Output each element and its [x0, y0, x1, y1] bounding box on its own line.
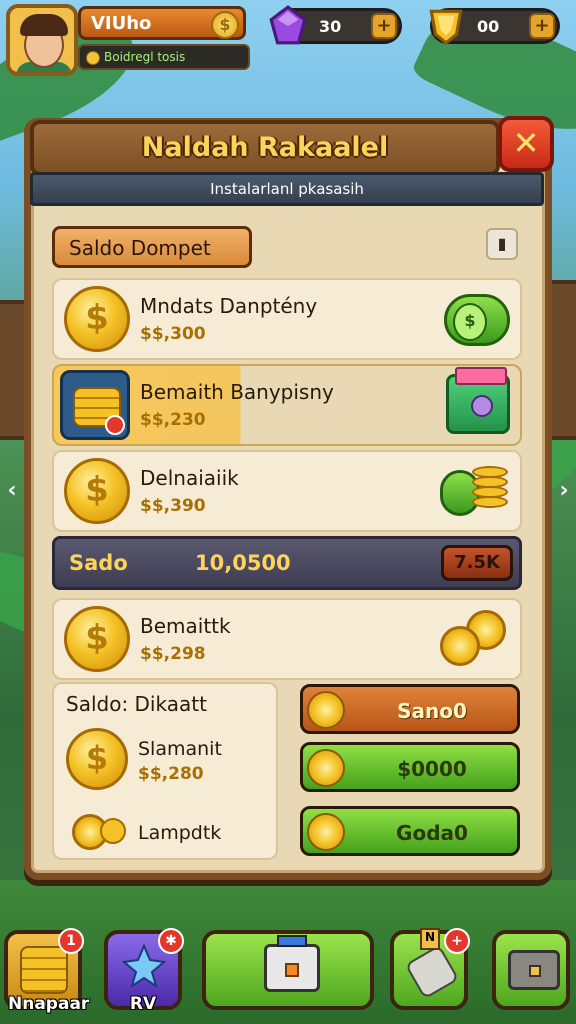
toolbox-tools [277, 935, 307, 947]
wallet-row[interactable]: $ Bemaittk $$,298 [52, 598, 522, 680]
nav-label: Nnapaar [8, 994, 90, 1014]
coin-icon: $ [211, 11, 239, 39]
chest-icon [446, 367, 510, 434]
coin-stack-icon [60, 370, 130, 440]
coin-icon [307, 691, 345, 729]
player-name: VIUho [91, 13, 152, 34]
nav-label: RV [129, 994, 157, 1014]
avatar-hair [20, 14, 68, 36]
nav-rv-button[interactable]: ✱ RV [104, 928, 184, 1014]
add-badge: + [444, 928, 470, 954]
coin-icon [307, 813, 345, 851]
coin-icon [100, 818, 126, 844]
card-footer: Lampdtk [138, 822, 222, 844]
coin-icon: $ [66, 728, 128, 790]
stone-chest-icon [508, 950, 560, 990]
dialog-title-bar: Naldah Rakaalel [30, 120, 500, 176]
buy-button-label: Goda0 [396, 821, 468, 845]
row-name: Bemaith Banypisny [140, 380, 334, 404]
close-button[interactable]: ✕ [498, 116, 554, 172]
buy-button[interactable]: Sano0 [300, 684, 520, 734]
dialog-subtitle: Instalarlanl pkasasih [210, 180, 364, 198]
buy-button[interactable]: Goda0 [300, 806, 520, 856]
gem-value: 30 [319, 17, 342, 36]
coin-icon: $ [64, 286, 130, 352]
balance-chip[interactable]: 7.5K [441, 545, 513, 581]
coin-icon [86, 51, 100, 65]
row-name: Mndats Danptény [140, 294, 318, 318]
wallet-row-selected[interactable]: Bemaith Banypisny $$,230 [52, 364, 522, 446]
top-bar: VIUho $ Boidregl tosis 30 + 00 + [0, 0, 576, 80]
nav-tools-button[interactable]: N + [390, 928, 470, 1010]
buy-button-label: $0000 [397, 757, 467, 781]
nav-chest-button[interactable] [492, 930, 570, 1010]
gold-value: 00 [477, 17, 500, 36]
next-arrow-icon[interactable]: › [554, 478, 574, 503]
chest-lock [529, 965, 541, 977]
player-subtitle: Boidregl tosis [78, 44, 250, 70]
crystal-star-icon [122, 944, 166, 988]
dialog-subtitle-bar: Instalarlanl pkasasih [30, 172, 544, 206]
player-name-pill[interactable]: VIUho $ [78, 6, 246, 40]
buy-button[interactable]: $0000 [300, 742, 520, 792]
wallet-row[interactable]: $ Delnaiaiik $$,390 [52, 450, 522, 532]
row-price: $$,298 [140, 644, 206, 664]
section-label: Saldo Dompet [52, 226, 252, 268]
add-gems-button[interactable]: + [371, 13, 397, 39]
gem-counter: 30 + [269, 5, 402, 45]
row-name: Delnaiaiik [140, 466, 239, 490]
toolbox-icon [264, 935, 320, 992]
row-name: Bemaittk [140, 614, 231, 638]
player-sub-text: Boidregl tosis [104, 50, 186, 64]
add-gold-button[interactable]: + [529, 13, 555, 39]
gem-icon [269, 5, 307, 45]
info-icon[interactable]: ▮ [486, 228, 518, 260]
row-price: $$,300 [140, 324, 206, 344]
remove-badge-icon [105, 415, 125, 435]
gold-counter: 00 + [429, 8, 560, 45]
notification-badge: ✱ [158, 928, 184, 954]
avatar[interactable] [6, 4, 78, 76]
card-item-name: Slamanit [138, 738, 222, 760]
coin-icon: $ [64, 606, 130, 672]
balance-amount: 10,0500 [195, 551, 291, 575]
dialog-title: Naldah Rakaalel [141, 132, 389, 163]
balance-label: Sado [69, 551, 128, 575]
toolbox-latch [285, 963, 299, 977]
row-price: $$,230 [140, 410, 206, 430]
wallet-row[interactable]: $ Mndats Danptény $$,300 [52, 278, 522, 360]
notification-badge: 1 [58, 928, 84, 954]
coin-icon [307, 749, 345, 787]
gold-shield-icon [429, 9, 463, 45]
coins-icon [436, 608, 512, 674]
nav-shop-button[interactable]: 1 Nnapaar [4, 928, 89, 1014]
card-header: Saldo: Dikaatt [66, 692, 207, 716]
close-icon: ✕ [512, 124, 540, 162]
balance-detail-card: Saldo: Dikaatt $ Slamanit $$,280 Lampdtk [52, 682, 278, 860]
card-item-price: $$,280 [138, 764, 204, 784]
tag-icon: N [420, 928, 440, 950]
buy-button-label: Sano0 [397, 699, 467, 723]
coin-icon: $ [64, 458, 130, 524]
player-info: VIUho $ Boidregl tosis [78, 6, 250, 70]
prev-arrow-icon[interactable]: ‹ [2, 478, 22, 503]
cash-roll-icon [444, 294, 510, 346]
cash-and-coins-icon [440, 462, 510, 522]
row-price: $$,390 [140, 496, 206, 516]
coin-stack-icon [20, 946, 68, 994]
balance-bar: Sado 10,0500 7.5K [52, 536, 522, 590]
nav-home-button[interactable] [202, 930, 374, 1010]
